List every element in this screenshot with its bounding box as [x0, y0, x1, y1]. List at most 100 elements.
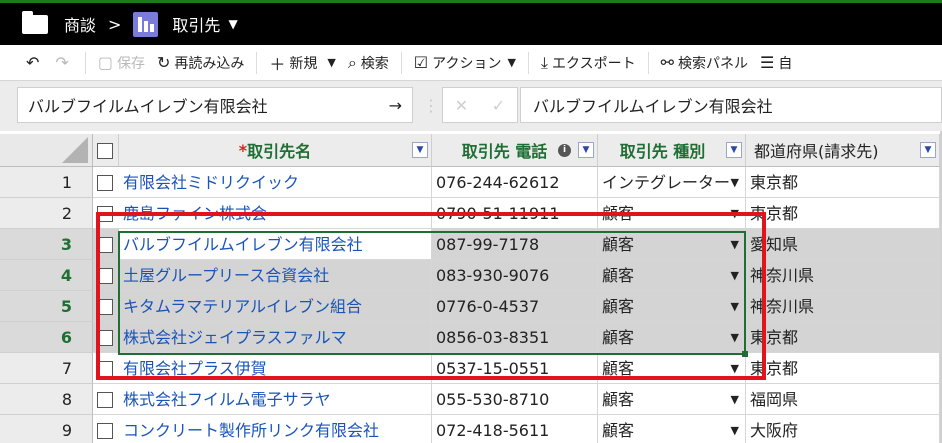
cell-account-name[interactable]: 有限会社プラス伊賀 — [119, 353, 432, 384]
cell-phone[interactable]: 055-530-8710 — [432, 384, 598, 415]
row-checkbox[interactable] — [97, 175, 113, 191]
cell-prefecture[interactable]: 東京都 — [746, 198, 940, 229]
cell-phone[interactable]: 0790-51-11911 — [432, 198, 598, 229]
arrow-right-icon[interactable]: → — [389, 96, 402, 115]
cell-account-name[interactable]: 株式会社ジェイプラスファルマ — [119, 322, 432, 353]
cell-prefecture[interactable]: 愛知県 — [746, 229, 940, 260]
column-header-prefecture[interactable]: 都道府県(請求先) ▼ — [746, 134, 940, 167]
row-checkbox[interactable] — [97, 361, 113, 377]
select-all-corner[interactable] — [0, 134, 93, 167]
name-box[interactable]: バルブフイルムイレブン有限会社 → — [17, 87, 413, 123]
export-button[interactable]: ⤓ エクスポート — [535, 45, 642, 80]
dropdown-caret-icon[interactable]: ▼ — [731, 229, 739, 259]
undo-button[interactable]: ↶ — [0, 45, 49, 80]
table-row[interactable]: 5 キタムラマテリアルイレブン組合 0776-0-4537 顧客 ▼ 神奈川県 — [0, 291, 942, 322]
row-number[interactable]: 5 — [0, 291, 93, 322]
row-checkbox[interactable] — [97, 206, 113, 222]
dropdown-caret-icon[interactable]: ▼ — [731, 353, 739, 383]
cell-phone[interactable]: 072-418-5611 — [432, 415, 598, 443]
reload-button[interactable]: ↻ 再読み込み — [151, 45, 250, 80]
row-checkbox[interactable] — [97, 237, 113, 253]
object-menu-caret[interactable]: ▼ — [228, 17, 237, 31]
row-number[interactable]: 9 — [0, 415, 93, 443]
table-row[interactable]: 4 土屋グループリース合資会社 083-930-9076 顧客 ▼ 神奈川県 — [0, 260, 942, 291]
cell-account-name[interactable]: 土屋グループリース合資会社 — [119, 260, 432, 291]
table-row[interactable]: 3 バルブフイルムイレブン有限会社 087-99-7178 顧客 ▼ 愛知県 — [0, 229, 942, 260]
fill-handle[interactable] — [742, 351, 748, 357]
cell-account-name[interactable]: 有限会社ミドリクイック — [119, 167, 432, 198]
cell-prefecture[interactable]: 東京都 — [746, 322, 940, 353]
cell-type[interactable]: 顧客 ▼ — [598, 291, 746, 322]
row-number[interactable]: 8 — [0, 384, 93, 415]
cell-account-name[interactable]: バルブフイルムイレブン有限会社 — [119, 229, 432, 260]
row-checkbox[interactable] — [97, 423, 113, 439]
column-header-name[interactable]: * 取引先名 ▼ — [119, 134, 432, 167]
dropdown-caret-icon[interactable]: ▼ — [731, 167, 739, 197]
cell-account-name[interactable]: 鹿島ファイン株式会 — [119, 198, 432, 229]
table-row[interactable]: 7 有限会社プラス伊賀 0537-15-0551 顧客 ▼ 東京都 — [0, 353, 942, 384]
dropdown-caret-icon[interactable]: ▼ — [731, 291, 739, 321]
object-title[interactable]: 取引先 — [172, 12, 220, 36]
column-header-type[interactable]: 取引先 種別 ▼ — [598, 134, 746, 167]
cancel-icon[interactable]: ✕ — [455, 96, 468, 115]
cell-phone[interactable]: 0537-15-0551 — [432, 353, 598, 384]
table-row[interactable]: 8 株式会社フイルム電子サラヤ 055-530-8710 顧客 ▼ 福岡県 — [0, 384, 942, 415]
cell-type[interactable]: インテグレーター ▼ — [598, 167, 746, 198]
row-number[interactable]: 3 — [0, 229, 93, 260]
row-checkbox[interactable] — [97, 299, 113, 315]
row-number[interactable]: 1 — [0, 167, 93, 198]
row-number[interactable]: 6 — [0, 322, 93, 353]
filter-dropdown-icon[interactable]: ▼ — [412, 142, 428, 158]
dropdown-caret-icon[interactable]: ▼ — [731, 260, 739, 290]
table-row[interactable]: 2 鹿島ファイン株式会 0790-51-11911 顧客 ▼ 東京都 — [0, 198, 942, 229]
search-panel-button[interactable]: ⚯ 検索パネル — [655, 45, 754, 80]
filter-dropdown-icon[interactable]: ▼ — [726, 142, 742, 158]
row-checkbox[interactable] — [97, 330, 113, 346]
new-caret-icon[interactable]: ▼ — [327, 56, 335, 69]
cell-type[interactable]: 顧客 ▼ — [598, 229, 746, 260]
folder-icon[interactable] — [22, 10, 48, 34]
cell-phone[interactable]: 0856-03-8351 — [432, 322, 598, 353]
cell-phone[interactable]: 0776-0-4537 — [432, 291, 598, 322]
cell-account-name[interactable]: コンクリート製作所リンク有限会社 — [119, 415, 432, 443]
header-checkbox[interactable] — [97, 143, 113, 159]
cell-type[interactable]: 顧客 ▼ — [598, 198, 746, 229]
column-header-phone[interactable]: 取引先 電話 i ▼ — [432, 134, 598, 167]
drag-handle-icon[interactable]: ⋮ — [423, 96, 439, 115]
cell-type[interactable]: 顧客 ▼ — [598, 260, 746, 291]
search-button[interactable]: ⌕ 検索 — [342, 45, 395, 80]
table-row[interactable]: 1 有限会社ミドリクイック 076-244-62612 インテグレーター ▼ 東京都 — [0, 167, 942, 198]
formula-input[interactable]: バルブフイルムイレブン有限会社 — [520, 87, 942, 123]
table-row[interactable]: 9 コンクリート製作所リンク有限会社 072-418-5611 顧客 ▼ 大阪府 — [0, 415, 942, 443]
cell-type[interactable]: 顧客 ▼ — [598, 415, 746, 443]
dropdown-caret-icon[interactable]: ▼ — [731, 384, 739, 414]
cell-account-name[interactable]: 株式会社フイルム電子サラヤ — [119, 384, 432, 415]
dropdown-caret-icon[interactable]: ▼ — [731, 415, 739, 443]
row-checkbox[interactable] — [97, 268, 113, 284]
cell-prefecture[interactable]: 福岡県 — [746, 384, 940, 415]
confirm-icon[interactable]: ✓ — [492, 96, 505, 115]
cell-phone[interactable]: 087-99-7178 — [432, 229, 598, 260]
cell-phone[interactable]: 076-244-62612 — [432, 167, 598, 198]
cell-prefecture[interactable]: 神奈川県 — [746, 291, 940, 322]
save-button[interactable]: ▢ 保存 — [92, 45, 151, 80]
row-number[interactable]: 7 — [0, 353, 93, 384]
filter-dropdown-icon[interactable]: ▼ — [920, 142, 936, 158]
cell-prefecture[interactable]: 東京都 — [746, 353, 940, 384]
dropdown-caret-icon[interactable]: ▼ — [731, 322, 739, 352]
row-number[interactable]: 4 — [0, 260, 93, 291]
row-number[interactable]: 2 — [0, 198, 93, 229]
dropdown-caret-icon[interactable]: ▼ — [731, 198, 739, 228]
redo-button[interactable]: ↷ — [49, 45, 78, 80]
info-icon[interactable]: i — [558, 144, 571, 157]
table-row[interactable]: 6 株式会社ジェイプラスファルマ 0856-03-8351 顧客 ▼ 東京都 — [0, 322, 942, 353]
action-button[interactable]: ☑ アクション ▼ — [408, 45, 522, 80]
more-button[interactable]: ☰ 自 — [754, 45, 798, 80]
breadcrumb-parent[interactable]: 商談 — [64, 12, 96, 36]
cell-prefecture[interactable]: 東京都 — [746, 167, 940, 198]
cell-prefecture[interactable]: 大阪府 — [746, 415, 940, 443]
cell-type[interactable]: 顧客 ▼ — [598, 384, 746, 415]
filter-dropdown-icon[interactable]: ▼ — [578, 142, 594, 158]
row-checkbox[interactable] — [97, 392, 113, 408]
cell-prefecture[interactable]: 神奈川県 — [746, 260, 940, 291]
